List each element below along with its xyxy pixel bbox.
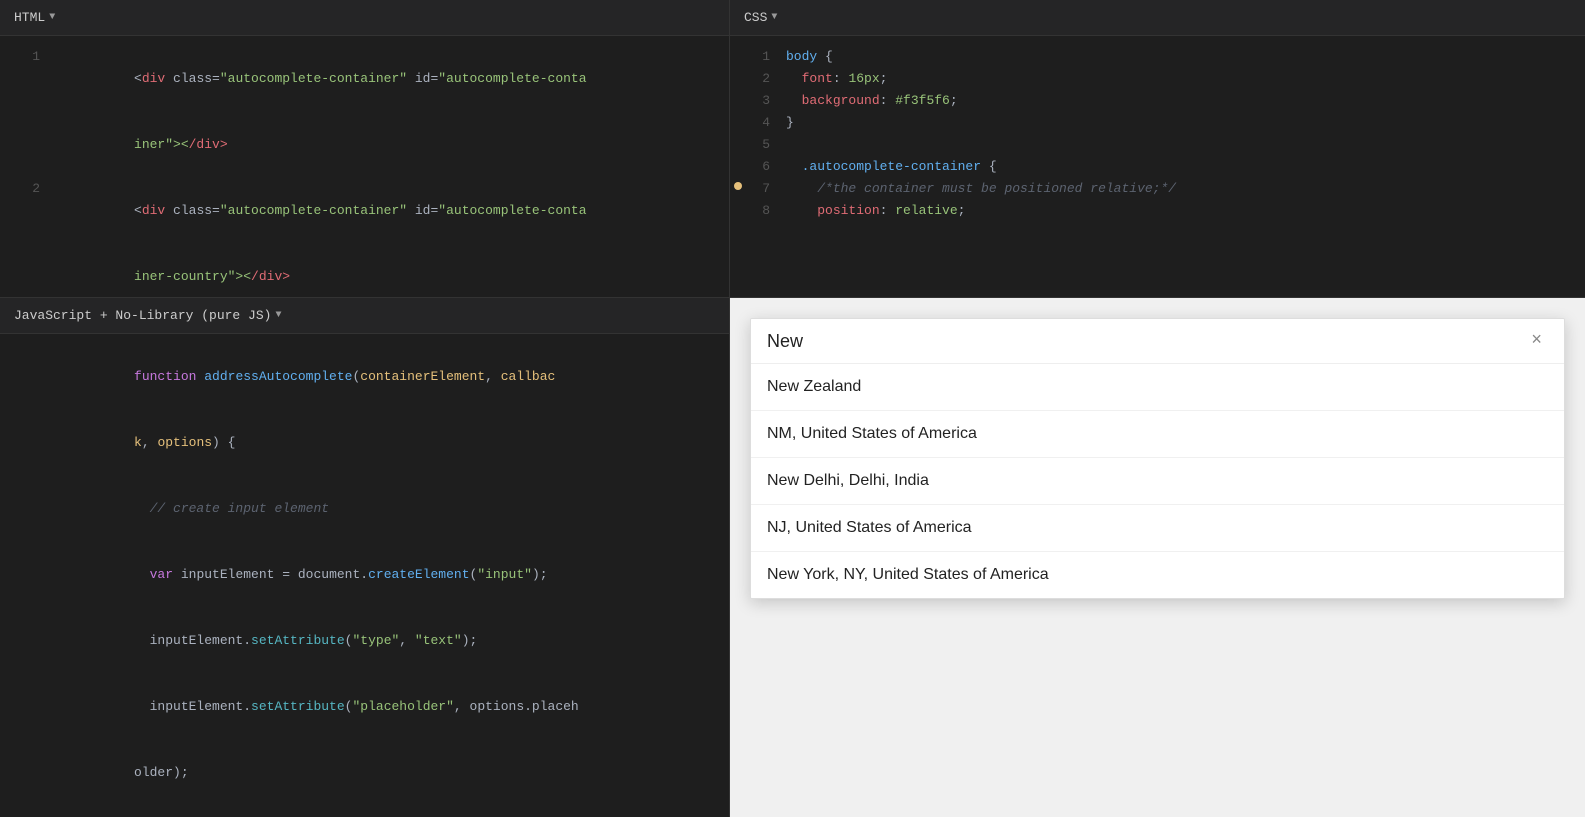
- js-panel: JavaScript + No-Library (pure JS) ▼ func…: [0, 297, 730, 817]
- code-line: 2 font: 16px;: [730, 68, 1585, 90]
- js-dropdown-arrow[interactable]: ▼: [275, 310, 281, 321]
- line-number: 7: [742, 178, 770, 200]
- code-line: 8 position: relative;: [730, 200, 1585, 222]
- code-line: // create input element: [0, 476, 729, 542]
- code-line: 6 .autocomplete-container {: [730, 156, 1585, 178]
- line-content: background: #f3f5f6;: [786, 90, 958, 112]
- html-code-area: 1 <div class="autocomplete-container" id…: [0, 36, 729, 297]
- token: id=: [407, 71, 438, 86]
- line-number: 6: [742, 156, 770, 178]
- html-dropdown-arrow[interactable]: ▼: [49, 12, 55, 23]
- code-line: inputElement.setAttribute("type", "text"…: [0, 608, 729, 674]
- autocomplete-item-1[interactable]: New Zealand: [751, 364, 1564, 411]
- token: id=: [407, 203, 438, 218]
- token: "autocomplete-container": [220, 203, 407, 218]
- line-content: iner-country"></div>: [56, 244, 290, 297]
- token: div: [142, 203, 165, 218]
- token: iner-country"><: [134, 269, 251, 284]
- line-number: 8: [742, 200, 770, 222]
- token: class=: [165, 71, 220, 86]
- line-number: 3: [742, 90, 770, 112]
- token: /div>: [189, 137, 228, 152]
- css-label: CSS: [744, 10, 767, 25]
- code-line: 1 body {: [730, 46, 1585, 68]
- autocomplete-search-text[interactable]: New: [767, 331, 1525, 352]
- token: <: [134, 71, 142, 86]
- autocomplete-close-button[interactable]: ×: [1525, 329, 1548, 353]
- line-content: <div class="autocomplete-container" id="…: [56, 46, 587, 112]
- css-dropdown-arrow[interactable]: ▼: [771, 12, 777, 23]
- code-line: older);: [0, 740, 729, 806]
- code-line: containerElement.appendChild(inputElemen…: [0, 806, 729, 817]
- token: <: [134, 203, 142, 218]
- code-line: 4 }: [730, 112, 1585, 134]
- css-panel: CSS ▼ 1 body { 2 font: 16px; 3 backgroun…: [730, 0, 1585, 297]
- token: /div>: [251, 269, 290, 284]
- line-content: font: 16px;: [786, 68, 887, 90]
- line-content: iner"></div>: [56, 112, 228, 178]
- bottom-section: JavaScript + No-Library (pure JS) ▼ func…: [0, 297, 1585, 817]
- code-line: 2 <div class="autocomplete-container" id…: [0, 178, 729, 244]
- line-number: 1: [12, 46, 40, 68]
- code-line: inputElement.setAttribute("placeholder",…: [0, 674, 729, 740]
- autocomplete-dropdown: New × New Zealand NM, United States of A…: [750, 318, 1565, 599]
- code-line: 1 <div class="autocomplete-container" id…: [0, 46, 729, 112]
- html-label: HTML: [14, 10, 45, 25]
- token: class=: [165, 203, 220, 218]
- right-panel: New × New Zealand NM, United States of A…: [730, 297, 1585, 817]
- code-line: iner"></div>: [0, 112, 729, 178]
- line-content: position: relative;: [786, 200, 965, 222]
- line-content: .autocomplete-container {: [786, 156, 997, 178]
- line-content: k, options) {: [56, 410, 235, 476]
- line-number: 1: [742, 46, 770, 68]
- autocomplete-item-5[interactable]: New York, NY, United States of America: [751, 552, 1564, 598]
- css-panel-header: CSS ▼: [730, 0, 1585, 36]
- line-number: 4: [742, 112, 770, 134]
- html-panel-header: HTML ▼: [0, 0, 729, 36]
- line-content: // create input element: [56, 476, 329, 542]
- html-panel: HTML ▼ 1 <div class="autocomplete-contai…: [0, 0, 730, 297]
- line-content: <div class="autocomplete-container" id="…: [56, 178, 587, 244]
- line-content: function addressAutocomplete(containerEl…: [56, 344, 555, 410]
- code-line: function addressAutocomplete(containerEl…: [0, 344, 729, 410]
- autocomplete-item-3[interactable]: New Delhi, Delhi, India: [751, 458, 1564, 505]
- token: div: [142, 71, 165, 86]
- line-content: /*the container must be positioned relat…: [786, 178, 1176, 200]
- line-content: }: [786, 112, 794, 134]
- code-line: iner-country"></div>: [0, 244, 729, 297]
- line-number: 2: [742, 68, 770, 90]
- token: "autocomplete-conta: [438, 71, 586, 86]
- line-content: containerElement.appendChild(inputElemen…: [56, 806, 485, 817]
- css-code-area: 1 body { 2 font: 16px; 3 background: #f3…: [730, 36, 1585, 297]
- token: "autocomplete-conta: [438, 203, 586, 218]
- top-section: HTML ▼ 1 <div class="autocomplete-contai…: [0, 0, 1585, 297]
- code-line: var inputElement = document.createElemen…: [0, 542, 729, 608]
- js-code-area: function addressAutocomplete(containerEl…: [0, 334, 729, 817]
- line-number: 2: [12, 178, 40, 200]
- line-content: older);: [56, 740, 189, 806]
- line-content: inputElement.setAttribute("type", "text"…: [56, 608, 477, 674]
- js-label: JavaScript + No-Library (pure JS): [14, 308, 271, 323]
- line-number: 5: [742, 134, 770, 156]
- breakpoint-marker: [734, 182, 742, 190]
- code-line: 7 /*the container must be positioned rel…: [730, 178, 1585, 200]
- js-panel-header: JavaScript + No-Library (pure JS) ▼: [0, 298, 729, 334]
- line-content: body {: [786, 46, 833, 68]
- token: "autocomplete-container": [220, 71, 407, 86]
- autocomplete-item-2[interactable]: NM, United States of America: [751, 411, 1564, 458]
- token: iner"><: [134, 137, 189, 152]
- code-line: k, options) {: [0, 410, 729, 476]
- autocomplete-item-4[interactable]: NJ, United States of America: [751, 505, 1564, 552]
- code-line: 5: [730, 134, 1585, 156]
- line-content: inputElement.setAttribute("placeholder",…: [56, 674, 579, 740]
- code-line: 3 background: #f3f5f6;: [730, 90, 1585, 112]
- autocomplete-search-row: New ×: [751, 319, 1564, 364]
- line-content: var inputElement = document.createElemen…: [56, 542, 548, 608]
